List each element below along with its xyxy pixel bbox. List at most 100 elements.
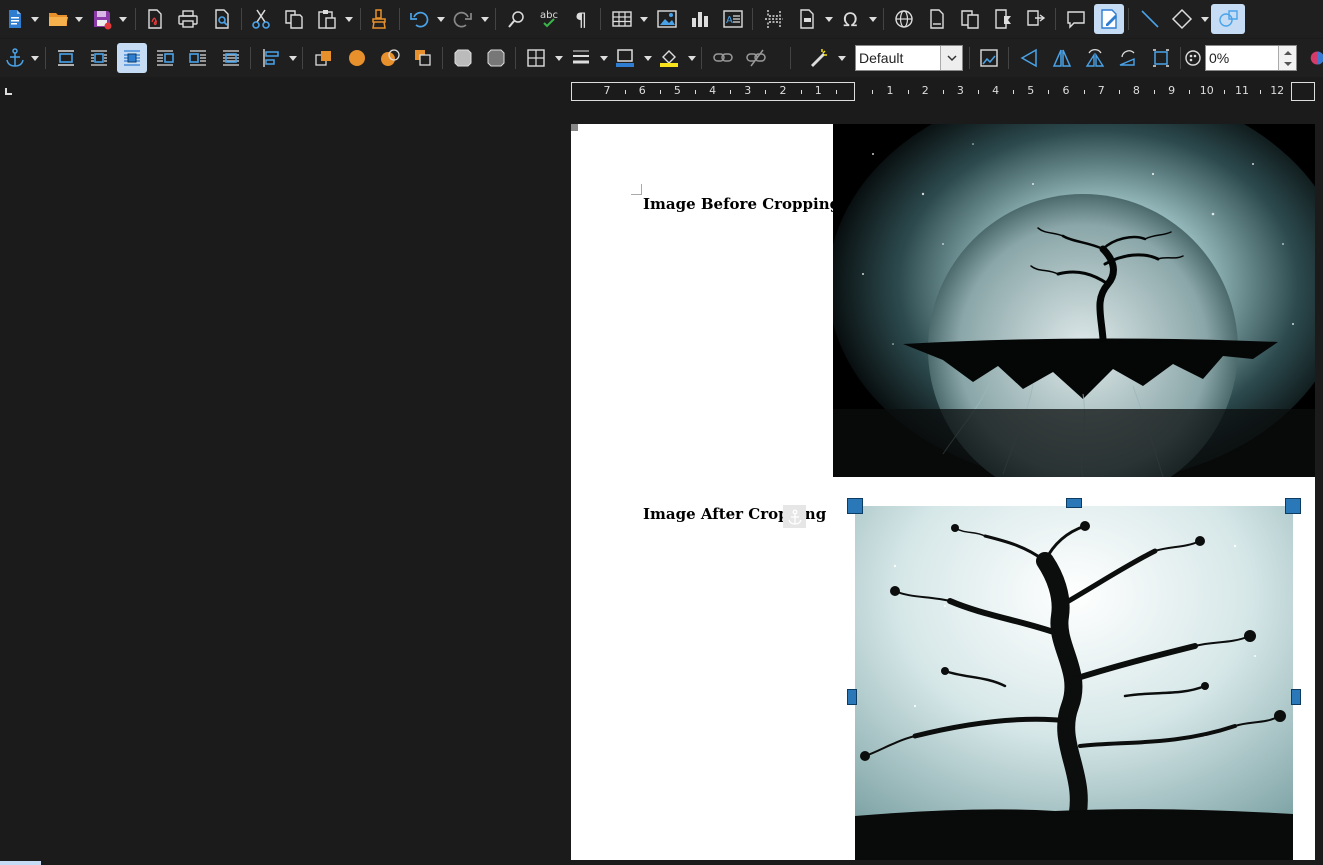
- open-folder-icon[interactable]: [43, 4, 73, 34]
- insert-image-icon[interactable]: [652, 4, 682, 34]
- paste-icon[interactable]: [312, 4, 342, 34]
- to-foreground-icon[interactable]: [448, 43, 478, 73]
- ruler-number: 2: [921, 84, 929, 97]
- basic-shapes-icon[interactable]: [1167, 4, 1197, 34]
- print-preview-icon[interactable]: [207, 4, 237, 34]
- wrap-off-icon[interactable]: [51, 43, 81, 73]
- redo-dropdown-arrow[interactable]: [481, 16, 489, 24]
- print-icon[interactable]: [173, 4, 203, 34]
- insert-comment-icon[interactable]: [1061, 4, 1091, 34]
- formatting-marks-icon[interactable]: ¶: [567, 4, 597, 34]
- export-pdf-icon[interactable]: [140, 4, 170, 34]
- spin-down-icon[interactable]: [1279, 58, 1296, 70]
- wrap-through-icon[interactable]: [117, 43, 147, 73]
- undo-icon[interactable]: [404, 4, 434, 34]
- special-character-dropdown-arrow[interactable]: [869, 16, 877, 24]
- insert-page-break-icon[interactable]: [759, 4, 789, 34]
- new-document-icon[interactable]: [0, 4, 30, 34]
- anchor-marker-icon[interactable]: [783, 505, 806, 528]
- resize-handle-left[interactable]: [847, 689, 857, 705]
- ruler-number: 1: [814, 84, 822, 97]
- image-filter-dropdown-arrow[interactable]: [838, 55, 846, 63]
- special-character-icon[interactable]: Ω: [837, 4, 867, 34]
- resize-handle-top-right[interactable]: [1285, 498, 1301, 514]
- insert-footnote-icon[interactable]: [922, 4, 952, 34]
- copy-icon[interactable]: [279, 4, 309, 34]
- color-wheel-icon[interactable]: [1305, 43, 1323, 73]
- open-dropdown-arrow[interactable]: [75, 16, 83, 24]
- borders-dropdown-arrow[interactable]: [555, 55, 563, 63]
- resize-handle-top[interactable]: [1066, 498, 1082, 508]
- border-color-dropdown-arrow[interactable]: [644, 55, 652, 63]
- insert-textbox-icon[interactable]: A: [718, 4, 748, 34]
- insert-chart-icon[interactable]: [685, 4, 715, 34]
- ruler-number: 10: [1199, 84, 1214, 97]
- track-changes-icon[interactable]: [1094, 4, 1124, 34]
- align-objects-icon[interactable]: [256, 43, 286, 73]
- image-properties-icon[interactable]: [974, 43, 1004, 73]
- caption-before-cropping[interactable]: Image Before Cropping: [643, 195, 840, 213]
- area-fill-icon[interactable]: [654, 43, 684, 73]
- document-page[interactable]: Image Before Cropping Image After Croppi…: [571, 124, 1315, 860]
- image-before-cropping[interactable]: [833, 124, 1315, 477]
- flip-horizontal-icon[interactable]: [1047, 43, 1077, 73]
- show-draw-functions-icon[interactable]: [1211, 4, 1245, 34]
- save-icon[interactable]: [87, 4, 117, 34]
- resize-handle-top-left[interactable]: [847, 498, 863, 514]
- shapes-dropdown-arrow[interactable]: [1201, 16, 1209, 24]
- undo-dropdown-arrow[interactable]: [437, 16, 445, 24]
- new-dropdown-arrow[interactable]: [31, 16, 39, 24]
- spin-up-icon[interactable]: [1279, 46, 1296, 58]
- rotate-icon[interactable]: [1146, 43, 1176, 73]
- border-style-icon[interactable]: [566, 43, 596, 73]
- redo-icon[interactable]: [448, 4, 478, 34]
- send-to-back-icon[interactable]: [408, 43, 438, 73]
- page-wrap-icon[interactable]: [84, 43, 114, 73]
- ruler-tick: [907, 90, 909, 94]
- borders-icon[interactable]: [521, 43, 551, 73]
- image-after-cropping[interactable]: [855, 506, 1293, 860]
- bring-forward-icon[interactable]: [342, 43, 372, 73]
- insert-cross-reference-icon[interactable]: [1021, 4, 1051, 34]
- resize-handle-right[interactable]: [1291, 689, 1301, 705]
- anchor-dropdown-arrow[interactable]: [31, 55, 39, 63]
- border-color-icon[interactable]: [610, 43, 640, 73]
- wrap-optimal-icon[interactable]: [216, 43, 246, 73]
- chevron-down-icon[interactable]: [940, 46, 962, 70]
- rotate-left-icon[interactable]: [1080, 43, 1110, 73]
- wrap-left-icon[interactable]: [150, 43, 180, 73]
- paste-dropdown-arrow[interactable]: [345, 16, 353, 24]
- insert-endnote-icon[interactable]: [955, 4, 985, 34]
- wrap-right-icon[interactable]: [183, 43, 213, 73]
- image-filter-icon[interactable]: [803, 43, 833, 73]
- cut-icon[interactable]: [246, 4, 276, 34]
- border-style-dropdown-arrow[interactable]: [600, 55, 608, 63]
- spelling-icon[interactable]: abc: [534, 4, 564, 34]
- field-dropdown-arrow[interactable]: [825, 16, 833, 24]
- link-frames-icon[interactable]: [708, 43, 738, 73]
- graphics-mode-select[interactable]: Default: [855, 45, 963, 71]
- area-fill-dropdown-arrow[interactable]: [688, 55, 696, 63]
- align-dropdown-arrow[interactable]: [289, 55, 297, 63]
- find-replace-icon[interactable]: [502, 4, 532, 34]
- tab-stop-selector-icon[interactable]: [5, 88, 12, 95]
- insert-hyperlink-icon[interactable]: [889, 4, 919, 34]
- clone-formatting-icon[interactable]: [364, 4, 394, 34]
- status-indicator: [0, 861, 41, 865]
- save-dropdown-arrow[interactable]: [119, 16, 127, 24]
- send-backward-icon[interactable]: [375, 43, 405, 73]
- transparency-spinbox[interactable]: 0%: [1205, 45, 1297, 71]
- flip-vertical-icon[interactable]: [1014, 43, 1044, 73]
- insert-line-icon[interactable]: [1135, 4, 1165, 34]
- insert-field-icon[interactable]: [792, 4, 822, 34]
- unlink-frames-icon[interactable]: [741, 43, 771, 73]
- transparency-value: 0%: [1209, 50, 1230, 66]
- ruler-right-margin-area[interactable]: [1291, 82, 1315, 101]
- to-background-icon[interactable]: [481, 43, 511, 73]
- insert-bookmark-icon[interactable]: [988, 4, 1018, 34]
- bring-to-front-icon[interactable]: [309, 43, 339, 73]
- rotate-right-icon[interactable]: [1113, 43, 1143, 73]
- anchor-icon[interactable]: [0, 43, 30, 73]
- insert-table-icon[interactable]: [607, 4, 637, 34]
- table-dropdown-arrow[interactable]: [640, 16, 648, 24]
